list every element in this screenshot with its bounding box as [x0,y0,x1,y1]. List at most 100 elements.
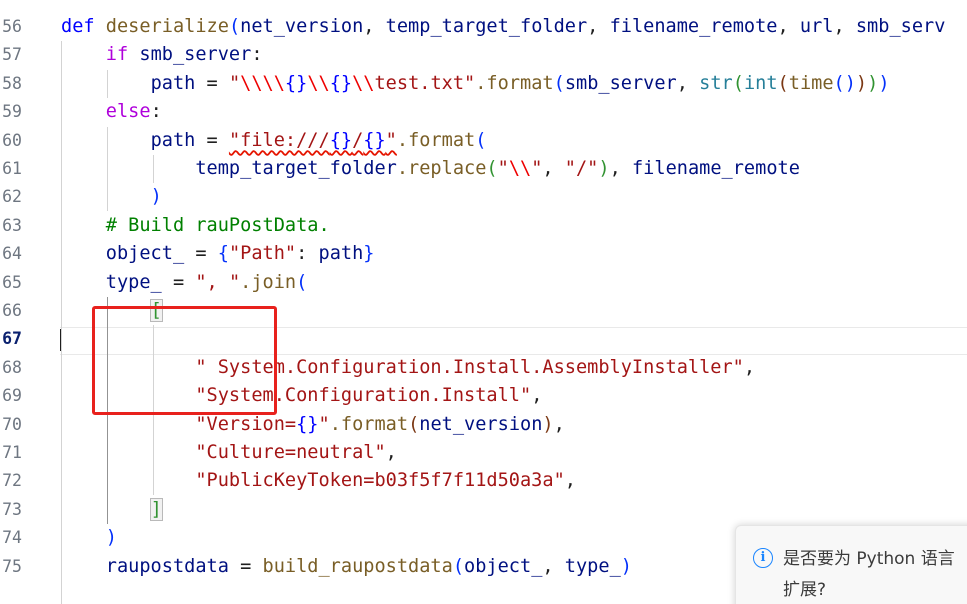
string: " [228,72,241,94]
line-number: 65 [2,272,22,292]
parameter: smb_serv [855,16,946,37]
code-line-59[interactable]: else: [61,98,162,126]
line-number: 70 [2,414,22,434]
line-number: 64 [2,244,22,264]
string: " System.Configuration.Install.AssemblyI… [195,356,744,378]
line-number: 56 [2,17,22,36]
keyword-else: else [105,101,151,123]
line-number: 58 [2,73,22,93]
function-name: deserialize [105,16,229,37]
escape-seq: \\ [508,158,532,179]
line-number: 69 [2,386,22,406]
string: " [497,158,509,179]
code-line-60[interactable]: path = "file:///{}/{}".format( [61,127,487,155]
code-line-75[interactable]: raupostdata = build_raupostdata(object_,… [61,553,632,581]
code-line-71[interactable]: "Culture=neutral", [61,439,397,467]
code-line-56[interactable]: def deserialize(net_version, temp_target… [61,13,945,41]
format-placeholder: {} [296,413,319,435]
code-line-74[interactable]: ) [61,524,117,552]
line-number-active: 67 [2,329,22,349]
variable: path [318,243,364,265]
string: " [385,129,397,151]
notification-toast[interactable]: i 是否要为 Python 语言 扩展? [735,525,967,604]
variable: type_ [105,271,162,293]
format-placeholder: {} [284,72,308,94]
builtin: int [743,72,778,94]
line-number: 71 [2,443,22,462]
variable: path [150,129,196,151]
function-call: build_raupostdata [262,555,453,577]
function-call: time [788,72,834,94]
code-line-65[interactable]: type_ = ", ".join( [61,269,308,297]
line-number: 62 [2,187,22,207]
bracket-close: ] [149,497,163,521]
escape-seq: \\\\ [240,72,285,94]
comma: , [564,470,576,492]
parameter: net_version [240,16,364,37]
line-number: 60 [2,130,22,150]
variable: net_version [419,413,543,435]
variable: smb_server [564,72,677,94]
code-line-63[interactable]: # Build rauPostData. [61,212,330,240]
method: .format [329,413,409,435]
line-number: 66 [2,301,22,320]
colon: : [296,243,319,265]
comma: , [743,356,756,378]
operator: = [228,555,263,577]
string: "/" [564,158,599,179]
code-line-64[interactable]: object_ = {"Path": path} [61,240,375,268]
code-line-58[interactable]: path = "\\\\{}\\{}\\test.txt".format(smb… [61,70,890,98]
line-number: 59 [2,102,22,122]
variable: path [150,72,196,94]
string: ", " [195,271,241,293]
keyword-if: if [105,44,129,66]
comma: , [531,385,543,407]
variable: temp_target_folder [195,158,397,179]
line-number: 75 [2,556,22,576]
string: test.txt" [374,72,476,94]
string: "Path" [228,243,297,265]
comma: , [542,555,565,577]
escape-seq: \\ [352,72,375,94]
code-line-62[interactable]: ) [61,183,162,211]
code-line-61[interactable]: temp_target_folder.replace("\\", "/"), f… [61,155,800,183]
string: "Culture=neutral" [195,442,386,463]
builtin: str [699,72,733,94]
line-number: 57 [2,45,22,65]
variable: type_ [564,555,621,577]
parameter: filename_remote [609,16,778,37]
code-editor[interactable]: 56 57 58 59 60 61 62 63 64 65 66 67 68 6… [0,0,967,604]
format-placeholder: {} [363,129,386,151]
comment: # Build rauPostData. [105,214,330,236]
variable: smb_server [139,44,252,66]
line-number: 63 [2,215,22,235]
comma: , [385,442,397,463]
parameter: temp_target_folder [385,16,588,37]
code-line-72[interactable]: "PublicKeyToken=b03f5f7f11d50a3a", [61,467,576,495]
parameter: url [799,16,834,37]
operator: = [195,129,229,151]
comma: , [553,413,565,435]
code-line-57[interactable]: if smb_server: [61,41,263,69]
line-number: 68 [2,357,22,377]
variable: filename_remote [631,158,800,179]
method: .replace [396,158,487,179]
comma: , [609,158,632,179]
string: / [352,129,364,151]
method: .format [475,72,554,94]
string: "file:/// [228,129,330,151]
keyword-def: def [61,16,95,37]
variable: raupostdata [105,555,229,577]
notification-line-2: 扩展? [783,580,827,600]
line-number: 72 [2,471,22,491]
format-placeholder: {} [329,72,353,94]
operator: = [161,271,196,293]
string: "PublicKeyToken=b03f5f7f11d50a3a" [195,470,565,492]
escape-seq: \\ [307,72,330,94]
string: " [318,413,330,435]
line-number: 61 [2,159,22,178]
colon: : [251,44,263,66]
line-number-gutter: 56 57 58 59 60 61 62 63 64 65 66 67 68 6… [0,0,30,604]
code-line-73[interactable]: ] [61,496,163,524]
string: " [531,158,543,179]
